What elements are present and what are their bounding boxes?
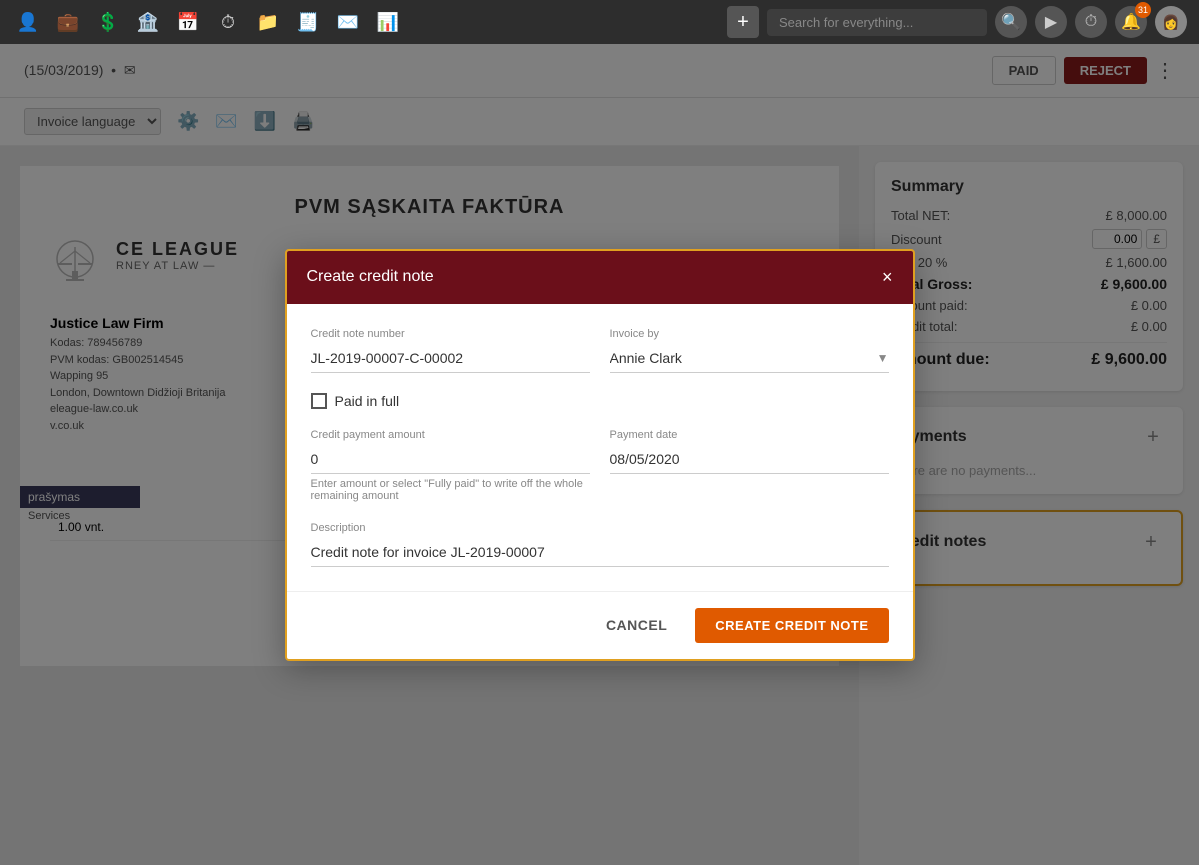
- modal-title: Create credit note: [307, 268, 434, 286]
- page-background: (15/03/2019) • ✉ PAID REJECT ⋮ Invoice l…: [0, 44, 1199, 865]
- credit-note-number-label: Credit note number: [311, 328, 590, 340]
- modal-body: Credit note number Invoice by Annie Clar…: [287, 304, 913, 591]
- description-label: Description: [311, 522, 889, 534]
- cancel-button[interactable]: CANCEL: [590, 608, 683, 643]
- paid-in-full-label: Paid in full: [335, 393, 400, 409]
- notification-badge: 31: [1135, 2, 1151, 18]
- credit-payment-amount-label: Credit payment amount: [311, 429, 590, 441]
- description-group: Description: [311, 522, 889, 567]
- invoice-by-select[interactable]: Annie Clark: [610, 344, 889, 373]
- form-row-1: Credit note number Invoice by Annie Clar…: [311, 328, 889, 373]
- credit-note-number-input[interactable]: [311, 344, 590, 373]
- payment-amount-hint: Enter amount or select "Fully paid" to w…: [311, 478, 590, 502]
- add-button[interactable]: +: [727, 6, 759, 38]
- credit-payment-amount-input[interactable]: [311, 445, 590, 474]
- search-button[interactable]: 🔍: [995, 6, 1027, 38]
- play-button[interactable]: ▶: [1035, 6, 1067, 38]
- create-credit-note-button[interactable]: CREATE CREDIT NOTE: [695, 608, 888, 643]
- payment-date-input[interactable]: [610, 445, 889, 474]
- modal-overlay: Create credit note × Credit note number …: [0, 44, 1199, 865]
- paid-in-full-checkbox[interactable]: [311, 393, 327, 409]
- notification-area: 🔔 31: [1115, 6, 1147, 38]
- timer-button[interactable]: ⏱: [1075, 6, 1107, 38]
- payment-date-group: Payment date: [610, 429, 889, 502]
- navbar: 👤 💼 💲 🏦 📅 ⏱ 📁 🧾 ✉️ 📊 + 🔍 ▶ ⏱ 🔔 31 👩: [0, 0, 1199, 44]
- avatar[interactable]: 👩: [1155, 6, 1187, 38]
- create-credit-note-modal: Create credit note × Credit note number …: [285, 249, 915, 661]
- bank-nav-icon[interactable]: 🏦: [132, 6, 164, 38]
- person-nav-icon[interactable]: 👤: [12, 6, 44, 38]
- credit-note-number-group: Credit note number: [311, 328, 590, 373]
- calendar-nav-icon[interactable]: 📅: [172, 6, 204, 38]
- receipt-nav-icon[interactable]: 🧾: [292, 6, 324, 38]
- invoice-by-label: Invoice by: [610, 328, 889, 340]
- payment-date-label: Payment date: [610, 429, 889, 441]
- modal-header: Create credit note ×: [287, 251, 913, 304]
- clock-nav-icon[interactable]: ⏱: [212, 6, 244, 38]
- form-row-2: Credit payment amount Enter amount or se…: [311, 429, 889, 502]
- modal-close-button[interactable]: ×: [882, 267, 893, 288]
- description-input[interactable]: [311, 538, 889, 567]
- modal-footer: CANCEL CREATE CREDIT NOTE: [287, 591, 913, 659]
- invoice-by-group: Invoice by Annie Clark ▼: [610, 328, 889, 373]
- briefcase-nav-icon[interactable]: 💼: [52, 6, 84, 38]
- search-input[interactable]: [767, 9, 987, 36]
- mail-nav-icon[interactable]: ✉️: [332, 6, 364, 38]
- credit-payment-amount-group: Credit payment amount Enter amount or se…: [311, 429, 590, 502]
- dollar-nav-icon[interactable]: 💲: [92, 6, 124, 38]
- folder-nav-icon[interactable]: 📁: [252, 6, 284, 38]
- paid-in-full-row: Paid in full: [311, 393, 889, 409]
- chart-nav-icon[interactable]: 📊: [372, 6, 404, 38]
